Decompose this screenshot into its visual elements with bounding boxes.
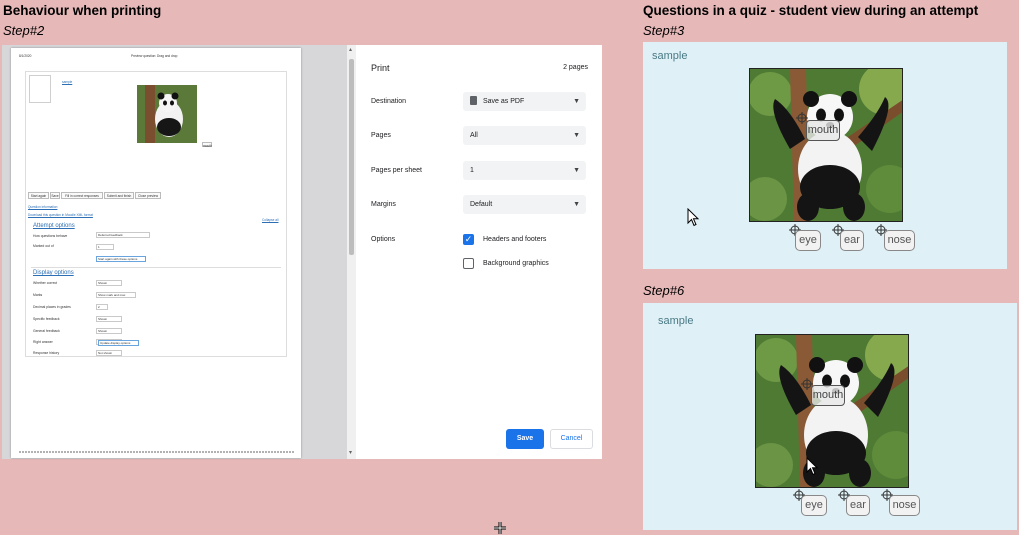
drag-label-ear[interactable]: ear <box>840 230 864 251</box>
step-6-label: Step#6 <box>643 283 685 298</box>
preview-mouth-label: mouth <box>202 142 212 148</box>
preview-display-row-label: Response history <box>33 351 60 355</box>
preview-display-row-label: Right answer <box>33 340 53 344</box>
print-title: Print <box>371 63 390 73</box>
quiz-panel-step6: sample mouth eye ear nose <box>643 303 1017 530</box>
preview-scrollbar-thumb[interactable] <box>349 59 354 255</box>
preview-btn-fill-correct: Fill in correct responses <box>61 192 103 199</box>
preview-attempt-row-label: Marked out of <box>33 244 54 248</box>
preview-attempt-button: Start again with these options <box>96 256 146 262</box>
preview-btn-close: Close preview <box>135 192 161 199</box>
preview-display-row-label: General feedback <box>33 329 60 333</box>
preview-page: 8/1/2020 Preview question: Drag and drop… <box>11 48 301 458</box>
pages-label: Pages <box>371 132 391 139</box>
drag-label-nose[interactable]: nose <box>884 230 915 251</box>
headers-footers-label[interactable]: Headers and footers <box>483 236 546 243</box>
preview-display-row-value: Shown <box>96 316 122 322</box>
background-graphics-checkbox[interactable] <box>463 258 474 269</box>
preview-question-box: sample mouth Start again Save Fill in co… <box>25 71 287 357</box>
preview-question-info <box>29 75 51 103</box>
print-settings-panel: Print 2 pages Destination Save as PDF ▼ … <box>356 45 602 459</box>
preview-display-row-label: Decimal places in grades <box>33 305 71 309</box>
drag-label-eye[interactable]: eye <box>795 230 821 251</box>
page-count: 2 pages <box>563 64 588 71</box>
placed-label-mouth[interactable]: mouth <box>811 385 845 406</box>
save-button[interactable]: Save <box>506 429 544 449</box>
preview-sample-link: sample <box>62 80 73 84</box>
preview-attempt-options: Attempt options <box>33 223 75 229</box>
options-label: Options <box>371 236 396 243</box>
preview-panda-image <box>137 85 197 143</box>
preview-btn-save: Save <box>50 192 60 199</box>
preview-display-button: Update display options <box>98 340 139 346</box>
file-icon <box>470 96 477 105</box>
cancel-button[interactable]: Cancel <box>550 429 593 449</box>
preview-display-row-value: Shown <box>96 280 122 286</box>
quiz-panel-step3: sample mouth eye ear nose <box>643 42 1007 269</box>
destination-value: Save as PDF <box>483 98 525 105</box>
heading-quiz: Questions in a quiz - student view durin… <box>643 3 979 18</box>
drag-label-ear[interactable]: ear <box>846 495 870 516</box>
drag-label-eye[interactable]: eye <box>801 495 827 516</box>
preview-footer-url <box>19 451 294 453</box>
preview-display-row-value: Not shown <box>96 350 122 356</box>
panda-image <box>755 334 909 488</box>
preview-header-title: Preview question: Drag and drop <box>131 54 178 58</box>
mouse-cursor-icon <box>687 208 700 227</box>
preview-display-row-label: Marks <box>33 293 43 297</box>
preview-divider <box>31 267 281 268</box>
placed-label-mouth[interactable]: mouth <box>806 120 840 141</box>
pages-per-sheet-select[interactable]: 1 ▼ <box>463 161 586 180</box>
move-cursor-icon <box>494 522 506 534</box>
preview-attempt-row-value: 1 <box>96 244 114 250</box>
chevron-down-icon: ▼ <box>573 167 580 174</box>
preview-display-row-label: Specific feedback <box>33 317 60 321</box>
chevron-down-icon: ▼ <box>573 132 580 139</box>
preview-display-options: Display options <box>33 270 74 276</box>
preview-btn-start-again: Start again <box>28 192 49 199</box>
pages-per-sheet-value: 1 <box>470 167 474 174</box>
print-preview-area: 8/1/2020 Preview question: Drag and drop… <box>2 45 347 459</box>
preview-btn-submit: Submit and finish <box>104 192 134 199</box>
drag-label-nose[interactable]: nose <box>889 495 920 516</box>
pages-value: All <box>470 132 478 139</box>
margins-select[interactable]: Default ▼ <box>463 195 586 214</box>
preview-display-row-value: Show mark and max <box>96 292 136 298</box>
print-dialog-screenshot: 8/1/2020 Preview question: Drag and drop… <box>2 45 602 459</box>
scroll-down-icon[interactable]: ▾ <box>349 449 352 456</box>
background-graphics-label[interactable]: Background graphics <box>483 260 549 267</box>
destination-select[interactable]: Save as PDF ▼ <box>463 92 586 111</box>
preview-header-date: 8/1/2020 <box>19 54 32 58</box>
preview-display-row-label: Whether correct <box>33 281 58 285</box>
pages-per-sheet-label: Pages per sheet <box>371 167 422 174</box>
destination-label: Destination <box>371 98 407 105</box>
heading-printing: Behaviour when printing <box>3 3 162 18</box>
panda-image <box>749 68 903 222</box>
preview-question-info-link: Question information <box>28 205 58 209</box>
scroll-up-icon[interactable]: ▴ <box>349 46 352 53</box>
margins-label: Margins <box>371 201 396 208</box>
preview-display-row-value: Shown <box>96 328 122 334</box>
step-3-label: Step#3 <box>643 23 685 38</box>
margins-value: Default <box>470 201 493 208</box>
preview-collapse-link: Collapse all <box>262 218 279 222</box>
pages-select[interactable]: All ▼ <box>463 126 586 145</box>
preview-display-row-value: 2 <box>96 304 108 310</box>
chevron-down-icon: ▼ <box>573 98 580 105</box>
mouse-cursor-icon <box>806 457 819 476</box>
question-label: sample <box>652 50 688 62</box>
preview-attempt-row-label: How questions behave <box>33 234 68 238</box>
question-label: sample <box>658 315 694 327</box>
chevron-down-icon: ▼ <box>573 201 580 208</box>
preview-attempt-row-value: Deferred feedback <box>96 232 150 238</box>
headers-footers-checkbox[interactable]: ✓ <box>463 234 474 245</box>
step-2-label: Step#2 <box>3 23 45 38</box>
preview-download-link: Download this question in Moodle XML for… <box>28 213 93 217</box>
